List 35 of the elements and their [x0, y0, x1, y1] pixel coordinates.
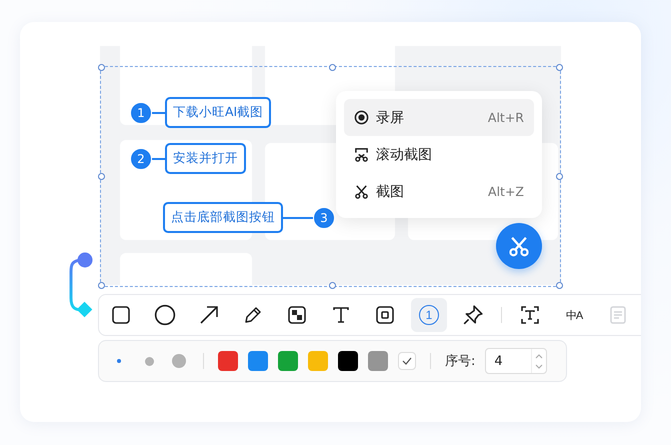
menu-item[interactable]: 录屏 Alt+R [344, 99, 534, 136]
record-icon [354, 110, 369, 125]
color-swatch[interactable] [308, 351, 328, 371]
scissors-icon [354, 184, 369, 199]
pin-icon [462, 304, 484, 326]
color-swatch[interactable] [368, 351, 388, 371]
color-swatch[interactable] [218, 351, 238, 371]
shortcut-text: Alt+R [488, 110, 524, 125]
color-swatch[interactable] [278, 351, 298, 371]
menu-item[interactable]: 滚动截图 [344, 136, 534, 173]
mosaic-icon [287, 305, 307, 325]
nested-square-icon [375, 305, 395, 325]
step-label: 下载小旺AI截图 [165, 97, 272, 128]
step-label: 点击底部截图按钮 [163, 202, 283, 233]
up-caret-icon[interactable] [535, 354, 544, 358]
check-icon [402, 357, 412, 365]
pencil-icon [243, 305, 263, 325]
shortcut-text: Alt+Z [488, 184, 524, 199]
step-label: 安装并打开 [165, 143, 246, 174]
text-scan-icon [520, 305, 540, 325]
down-caret-icon[interactable] [535, 364, 544, 368]
fill-checkbox[interactable] [398, 352, 416, 370]
menu-item[interactable]: 截图 Alt+Z [344, 173, 534, 210]
text-icon [331, 305, 351, 325]
scroll-capture-icon [354, 147, 369, 162]
scissors-icon [508, 235, 530, 257]
arrow-icon [199, 305, 219, 325]
color-swatch[interactable] [338, 351, 358, 371]
translate-tool[interactable]: 中A [556, 298, 592, 332]
sequence-field[interactable]: 4 [485, 348, 548, 374]
document-icon [608, 305, 628, 325]
circle-icon [154, 304, 176, 326]
color-swatch[interactable] [248, 351, 268, 371]
square-icon [111, 305, 131, 325]
sequence-label: 序号: [445, 353, 476, 370]
